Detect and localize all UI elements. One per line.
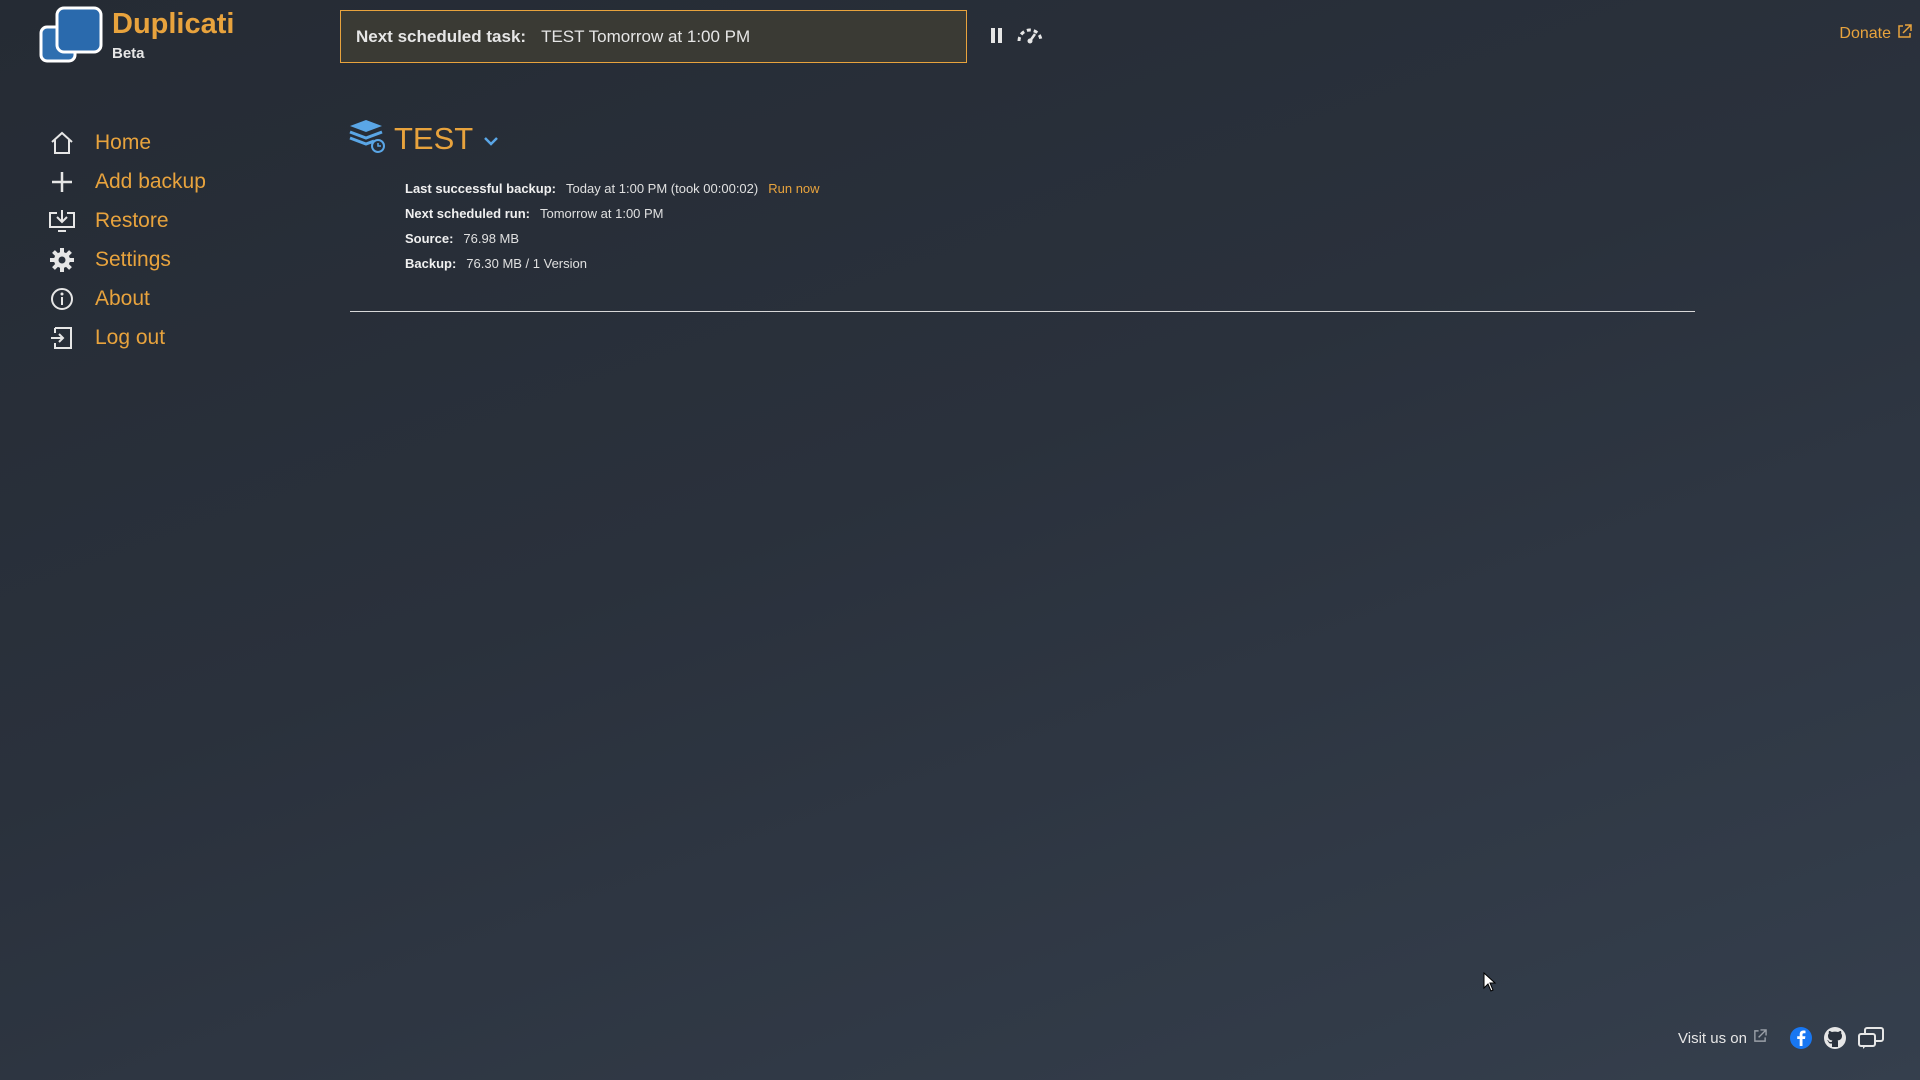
donate-label: Donate bbox=[1839, 25, 1891, 42]
home-icon bbox=[48, 129, 76, 157]
plus-icon bbox=[48, 168, 76, 196]
sidebar-item-label: Home bbox=[95, 130, 152, 154]
source-label: Source: bbox=[405, 231, 454, 246]
sidebar-item-home[interactable]: Home bbox=[48, 123, 308, 162]
run-now-link[interactable]: Run now bbox=[768, 176, 819, 201]
sidebar-item-label: Settings bbox=[95, 247, 171, 271]
pause-icon[interactable] bbox=[990, 26, 1004, 44]
footer-links: Visit us on bbox=[1678, 1026, 1885, 1050]
facebook-icon[interactable] bbox=[1789, 1026, 1813, 1050]
donate-link[interactable]: Donate bbox=[1839, 24, 1912, 44]
info-icon bbox=[48, 285, 76, 313]
source-row: Source: 76.98 MB bbox=[405, 226, 820, 251]
sidebar-item-label: About bbox=[95, 286, 150, 310]
visit-us-label: Visit us on bbox=[1678, 1029, 1747, 1047]
last-backup-row: Last successful backup: Today at 1:00 PM… bbox=[405, 176, 820, 201]
sidebar-item-label: Add backup bbox=[95, 169, 206, 193]
backup-size-row: Backup: 76.30 MB / 1 Version bbox=[405, 251, 820, 276]
sidebar-nav: Home Add backup Restore Settings About L… bbox=[48, 123, 308, 357]
app-name: Duplicati bbox=[112, 8, 235, 40]
sidebar-item-label: Restore bbox=[95, 208, 169, 232]
last-backup-value: Today at 1:00 PM (took 00:00:02) bbox=[566, 181, 759, 196]
forum-icon[interactable] bbox=[1857, 1026, 1885, 1050]
logout-icon bbox=[48, 324, 76, 352]
backup-details: Last successful backup: Today at 1:00 PM… bbox=[405, 176, 820, 276]
sidebar-item-label: Log out bbox=[95, 325, 166, 349]
backup-title[interactable]: TEST bbox=[348, 118, 499, 159]
gear-icon bbox=[48, 246, 76, 274]
mouse-cursor-icon bbox=[1483, 971, 1497, 997]
section-divider bbox=[350, 311, 1695, 312]
app-edition: Beta bbox=[112, 45, 145, 62]
external-link-icon bbox=[1897, 24, 1912, 44]
sidebar-item-add-backup[interactable]: Add backup bbox=[48, 162, 308, 201]
speed-gauge-icon[interactable] bbox=[1016, 26, 1044, 44]
backup-size-label: Backup: bbox=[405, 256, 457, 271]
sidebar-item-restore[interactable]: Restore bbox=[48, 201, 308, 240]
next-run-label: Next scheduled run: bbox=[405, 206, 530, 221]
github-icon[interactable] bbox=[1823, 1026, 1847, 1050]
next-run-row: Next scheduled run: Tomorrow at 1:00 PM bbox=[405, 201, 820, 226]
task-controls bbox=[990, 26, 1044, 44]
next-task-label: Next scheduled task: bbox=[356, 26, 527, 46]
sidebar-item-logout[interactable]: Log out bbox=[48, 318, 308, 357]
next-run-value: Tomorrow at 1:00 PM bbox=[539, 206, 664, 221]
backup-name: TEST bbox=[394, 120, 474, 156]
backup-size-value: 76.30 MB / 1 Version bbox=[466, 256, 587, 271]
app-logo[interactable]: Duplicati Beta bbox=[38, 5, 298, 69]
source-value: 76.98 MB bbox=[463, 231, 520, 246]
chevron-down-icon[interactable] bbox=[483, 134, 499, 152]
backup-stack-icon bbox=[348, 118, 386, 159]
last-backup-label: Last successful backup: bbox=[405, 181, 556, 196]
external-link-icon bbox=[1753, 1029, 1767, 1047]
duplicati-logo-icon bbox=[39, 6, 103, 63]
next-task-value: TEST Tomorrow at 1:00 PM bbox=[541, 26, 751, 46]
sidebar-item-settings[interactable]: Settings bbox=[48, 240, 308, 279]
restore-icon bbox=[48, 207, 76, 235]
sidebar-item-about[interactable]: About bbox=[48, 279, 308, 318]
next-task-status: Next scheduled task: TEST Tomorrow at 1:… bbox=[340, 10, 967, 63]
